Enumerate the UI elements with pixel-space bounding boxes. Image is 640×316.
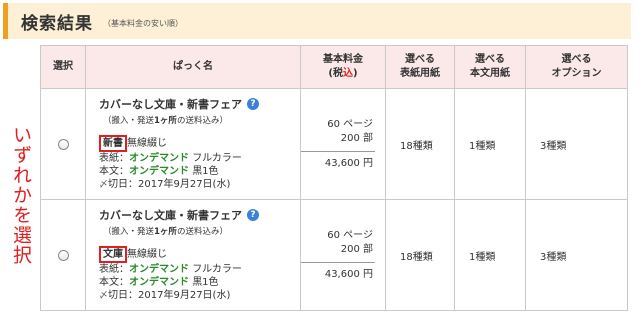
body-paper-count: 1種類 xyxy=(454,88,526,200)
price-cell: 60 ページ 200 部 43,600 円 xyxy=(300,88,386,200)
table-row: カバーなし文庫・新書フェア ? （搬入・発送1ヶ所の送料込み） 文庫 無線綴じ 表… xyxy=(40,199,628,311)
results-table: 選択 ぱっく名 基本料金 (税込) 選べる 表紙用紙 選べる 本文用紙 選べる オプシ… xyxy=(40,45,628,311)
results-header: 検索結果 （基本料金の安い順） xyxy=(3,3,631,39)
pack-spec: 文庫 無線綴じ 表紙：オンデマンド フルカラー 本文：オンデマンド 黒1色 〆切日… xyxy=(99,246,299,303)
select-radio-shinsho[interactable] xyxy=(57,138,69,150)
options-count: 3種類 xyxy=(525,88,628,200)
select-radio-bunko[interactable] xyxy=(57,249,69,261)
col-header-base-price: 基本料金 (税込) xyxy=(300,45,386,89)
help-icon[interactable]: ? xyxy=(247,98,259,110)
deadline-icon: 〆 xyxy=(99,291,109,301)
shipping-note: （搬入・発送1ヶ所の送料込み） xyxy=(103,116,228,126)
tax-included-highlight: 込 xyxy=(343,68,353,79)
col-header-body-paper: 選べる 本文用紙 xyxy=(454,45,526,89)
price-total: 43,600 円 xyxy=(324,157,373,169)
options-count: 3種類 xyxy=(525,199,628,311)
price-cell: 60 ページ 200 部 43,600 円 xyxy=(300,199,386,311)
page-title: 検索結果 xyxy=(21,13,93,34)
shipping-note: （搬入・発送1ヶ所の送料込み） xyxy=(103,227,228,237)
deadline-icon: 〆 xyxy=(99,180,109,190)
col-header-options: 選べる オプション xyxy=(525,45,628,89)
format-label: 文庫 xyxy=(99,246,127,263)
table-row: カバーなし文庫・新書フェア ? （搬入・発送1ヶ所の送料込み） 新書 無線綴じ 表… xyxy=(40,88,628,200)
price-total: 43,600 円 xyxy=(324,268,373,280)
body-paper-count: 1種類 xyxy=(454,199,526,311)
select-one-annotation: いずれかを選択 xyxy=(10,125,32,265)
pack-spec: 新書 無線綴じ 表紙：オンデマンド フルカラー 本文：オンデマンド 黒1色 〆切日… xyxy=(99,135,299,192)
cover-paper-count: 18種類 xyxy=(385,88,455,200)
col-header-cover-paper: 選べる 表紙用紙 xyxy=(385,45,455,89)
pack-name: カバーなし文庫・新書フェア ? xyxy=(99,207,299,223)
format-label: 新書 xyxy=(99,135,127,152)
pack-name: カバーなし文庫・新書フェア ? xyxy=(99,96,299,112)
cover-paper-count: 18種類 xyxy=(385,199,455,311)
col-header-select: 選択 xyxy=(40,45,86,89)
col-header-pack-name: ぱっく名 xyxy=(85,45,301,89)
table-header-row: 選択 ぱっく名 基本料金 (税込) 選べる 表紙用紙 選べる 本文用紙 選べる オプシ… xyxy=(40,45,628,89)
page-subtitle: （基本料金の安い順） xyxy=(103,18,183,28)
help-icon[interactable]: ? xyxy=(247,209,259,221)
